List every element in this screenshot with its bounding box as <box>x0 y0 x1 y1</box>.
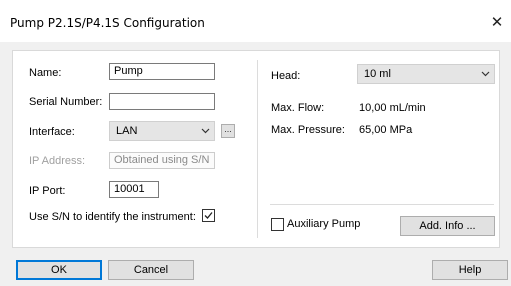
head-dropdown[interactable]: 10 ml <box>357 64 495 84</box>
chevron-down-icon <box>201 128 210 134</box>
auxiliary-pump-checkbox[interactable] <box>271 218 284 231</box>
name-field[interactable]: Pump <box>109 63 215 80</box>
max-pressure-value: 65,00 MPa <box>359 124 413 136</box>
help-button[interactable]: Help <box>432 260 508 280</box>
right-section-divider <box>270 204 494 205</box>
use-sn-checkbox[interactable] <box>202 209 215 222</box>
interface-selected-value: LAN <box>116 125 138 137</box>
title-bar: Pump P2.1S/P4.1S Configuration ✕ <box>0 0 511 42</box>
interface-dropdown[interactable]: LAN <box>109 121 215 141</box>
auxiliary-pump-label: Auxiliary Pump <box>287 218 361 230</box>
ip-port-label: IP Port: <box>29 185 66 197</box>
use-sn-label: Use S/N to identify the instrument: <box>29 211 196 223</box>
column-divider <box>257 60 258 238</box>
serial-number-label: Serial Number: <box>29 96 103 108</box>
ip-address-label: IP Address: <box>29 155 86 167</box>
ip-port-field[interactable]: 10001 <box>109 181 159 198</box>
ip-address-field: Obtained using S/N <box>109 152 215 169</box>
max-flow-label: Max. Flow: <box>271 102 325 114</box>
max-flow-value: 10,00 mL/min <box>359 102 426 114</box>
ok-button[interactable]: OK <box>16 260 102 280</box>
name-label: Name: <box>29 67 62 79</box>
window-title: Pump P2.1S/P4.1S Configuration <box>10 16 205 30</box>
serial-number-field[interactable] <box>109 93 215 110</box>
checkmark-icon <box>204 212 213 219</box>
cancel-button[interactable]: Cancel <box>108 260 194 280</box>
max-pressure-label: Max. Pressure: <box>271 124 345 136</box>
add-info-button[interactable]: Add. Info ... <box>400 216 495 236</box>
interface-label: Interface: <box>29 126 75 138</box>
interface-browse-button[interactable]: ... <box>221 124 235 138</box>
head-label: Head: <box>271 70 301 82</box>
chevron-down-icon <box>481 71 490 77</box>
close-icon[interactable]: ✕ <box>483 8 511 36</box>
head-selected-value: 10 ml <box>364 68 391 80</box>
